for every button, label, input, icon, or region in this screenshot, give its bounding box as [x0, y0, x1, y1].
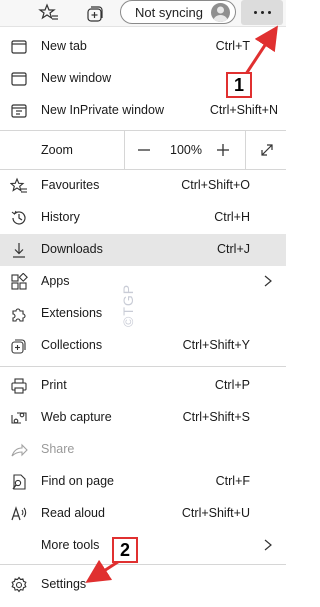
- menu-item-shortcut: Ctrl+Shift+S: [182, 410, 250, 424]
- downloads-icon: [13, 243, 25, 258]
- menu-item-shortcut: Ctrl+Shift+O: [181, 178, 250, 192]
- menu-item-label: Settings: [41, 577, 87, 591]
- zoom-row: Zoom 100%: [0, 131, 286, 169]
- menu-item-shortcut: Ctrl+P: [214, 378, 250, 392]
- avatar-icon: [211, 3, 230, 22]
- fullscreen-icon[interactable]: [257, 140, 277, 160]
- settings-gear-icon: [11, 576, 27, 593]
- menu-separator: [0, 564, 286, 565]
- read-aloud-icon: [11, 506, 27, 521]
- chevron-right-icon: [264, 275, 272, 287]
- menu-item-label: Find on page: [41, 474, 114, 488]
- find-on-page-icon: [12, 474, 26, 490]
- menu-item-label: History: [41, 210, 80, 224]
- collections-icon[interactable]: [84, 2, 106, 24]
- menu-item-history[interactable]: History Ctrl+H: [0, 202, 286, 234]
- menu-item-label: Web capture: [41, 410, 112, 424]
- callout-2-badge: 2: [112, 537, 138, 563]
- collections-icon: [11, 339, 26, 354]
- menu-item-settings[interactable]: Settings: [0, 569, 286, 601]
- menu-item-shortcut: Ctrl+J: [217, 242, 250, 256]
- new-tab-icon: [11, 40, 27, 54]
- menu-item-shortcut: Ctrl+T: [215, 39, 250, 53]
- menu-item-extensions[interactable]: Extensions: [0, 298, 286, 330]
- menu-item-label: New InPrivate window: [41, 103, 164, 117]
- menu-item-shortcut: Ctrl+Shift+U: [181, 506, 250, 520]
- more-menu-button[interactable]: [241, 0, 283, 25]
- menu-item-collections[interactable]: Collections Ctrl+Shift+Y: [0, 330, 286, 362]
- callout-1-badge: 1: [226, 72, 252, 98]
- menu-item-new-tab[interactable]: New tab Ctrl+T: [0, 31, 286, 63]
- menu-item-shortcut: Ctrl+Shift+Y: [182, 338, 250, 352]
- favorites-star-icon[interactable]: [38, 2, 60, 24]
- favourites-icon: [10, 177, 27, 193]
- share-icon: [11, 443, 28, 457]
- menu-item-new-inprivate-window[interactable]: New InPrivate window Ctrl+Shift+N: [0, 95, 286, 127]
- extensions-puzzle-icon: [12, 308, 26, 322]
- history-icon: [11, 210, 26, 225]
- menu-item-label: Share: [41, 442, 75, 456]
- menu-item-more-tools[interactable]: More tools: [0, 530, 286, 562]
- menu-item-label: Extensions: [41, 306, 103, 320]
- menu-item-label: Collections: [41, 338, 103, 352]
- menu-item-read-aloud[interactable]: Read aloud Ctrl+Shift+U: [0, 498, 286, 530]
- menu-item-print[interactable]: Print Ctrl+P: [0, 370, 286, 402]
- menu-item-apps[interactable]: Apps: [0, 266, 286, 298]
- menu-item-web-capture[interactable]: Web capture Ctrl+Shift+S: [0, 402, 286, 434]
- apps-icon: [11, 273, 28, 290]
- menu-item-shortcut: Ctrl+H: [214, 210, 250, 224]
- menu-item-favourites[interactable]: Favourites Ctrl+Shift+O: [0, 170, 286, 202]
- menu-item-shortcut: Ctrl+Shift+N: [209, 103, 278, 117]
- zoom-value: 100%: [170, 143, 202, 157]
- zoom-out-icon[interactable]: [134, 140, 154, 160]
- menu-item-share: Share: [0, 434, 286, 466]
- menu-item-label: New window: [41, 71, 112, 85]
- settings-and-more-menu: New tab Ctrl+T New window Ct New InPriva…: [0, 27, 286, 607]
- menu-item-find-on-page[interactable]: Find on page Ctrl+F: [0, 466, 286, 498]
- chevron-right-icon: [264, 539, 272, 551]
- menu-item-label: Print: [41, 378, 67, 392]
- menu-item-shortcut: Ctrl+F: [215, 474, 250, 488]
- menu-item-label: Read aloud: [41, 506, 105, 520]
- inprivate-window-icon: [11, 104, 27, 118]
- menu-item-label: More tools: [41, 538, 100, 552]
- print-icon: [11, 378, 27, 394]
- zoom-divider: [245, 131, 246, 169]
- menu-item-label: Apps: [41, 274, 70, 288]
- menu-item-label: New tab: [41, 39, 87, 53]
- watermark: ©TGP: [120, 283, 136, 327]
- menu-separator: [0, 366, 286, 367]
- zoom-label: Zoom: [41, 143, 73, 157]
- browser-toolbar: Not syncing: [0, 0, 286, 27]
- new-window-icon: [11, 72, 27, 86]
- menu-item-label: Downloads: [41, 242, 103, 256]
- zoom-in-icon[interactable]: [213, 140, 233, 160]
- sync-status-label: Not syncing: [135, 5, 203, 20]
- web-capture-icon: [11, 412, 27, 424]
- zoom-divider: [124, 131, 125, 169]
- menu-item-downloads[interactable]: Downloads Ctrl+J: [0, 234, 286, 266]
- profile-sync-button[interactable]: Not syncing: [120, 0, 236, 24]
- menu-item-label: Favourites: [41, 178, 100, 192]
